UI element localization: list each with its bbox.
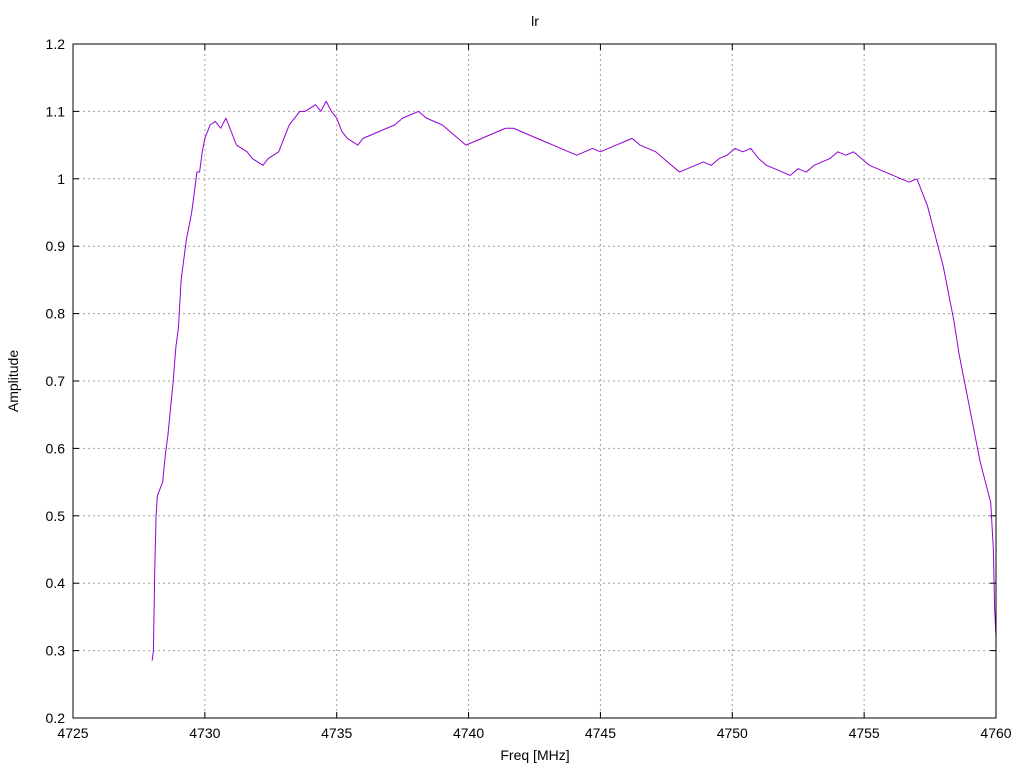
y-tick-label: 0.7 [46,373,66,389]
y-tick-label: 0.3 [46,643,66,659]
y-tick-label: 0.4 [46,575,66,591]
x-tick-label: 4730 [189,725,220,741]
chart: 4725 4730 4735 4740 4745 4750 4755 4760 0.2 0.3 0.… [0,0,1024,768]
y-tick-label: 0.9 [46,238,66,254]
y-tick-label: 0.5 [46,508,66,524]
x-tick-label: 4725 [57,725,88,741]
y-tick-label: 1 [57,171,65,187]
y-tick-label: 0.6 [46,440,66,456]
x-tick-label: 4760 [980,725,1011,741]
x-tick-label: 4755 [849,725,880,741]
chart-title: lr [531,13,539,29]
x-tick-label: 4745 [585,725,616,741]
y-tick-label: 1.1 [46,103,66,119]
x-tick-label: 4735 [321,725,352,741]
y-axis-title: Amplitude [5,350,21,412]
x-axis-title: Freq [MHz] [500,747,569,763]
y-tick-label: 0.8 [46,306,66,322]
y-tick-label: 0.2 [46,710,66,726]
y-tick-label: 1.2 [46,36,66,52]
x-tick-label: 4750 [717,725,748,741]
x-tick-label: 4740 [453,725,484,741]
